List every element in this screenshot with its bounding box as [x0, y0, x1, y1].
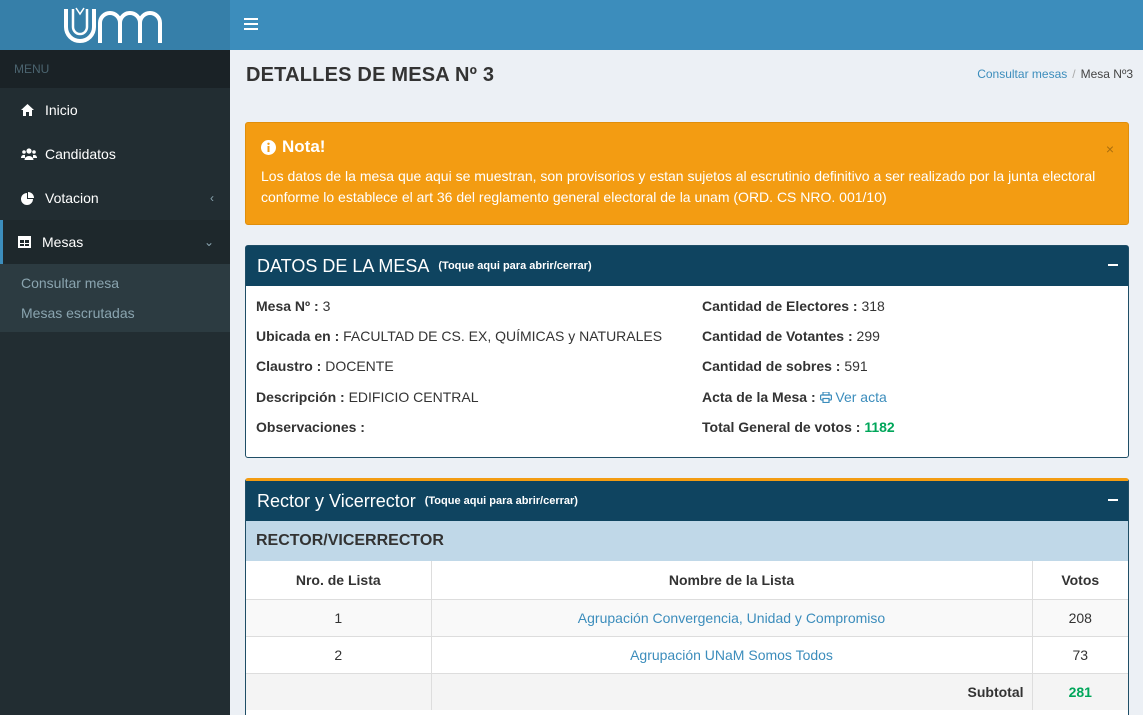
top-navbar	[230, 0, 1143, 50]
main-content: DETALLES DE MESA Nº 3 Consultar mesas / Me…	[230, 50, 1143, 715]
sidebar-item-votacion[interactable]: Votacion ‹	[0, 176, 230, 220]
collapse-icon[interactable]	[1108, 499, 1118, 501]
field-descripcion: Descripción : EDIFICIO CENTRAL	[256, 389, 479, 405]
box-subtitle: (Toque aqui para abrir/cerrar)	[424, 495, 578, 507]
sidebar-item-label: Votacion	[45, 190, 99, 206]
field-observaciones: Observaciones :	[256, 419, 365, 435]
box-title: Rector y Vicerrector	[257, 490, 416, 511]
cell-nombre-link[interactable]: Agrupación UNaM Somos Todos	[431, 635, 1033, 673]
datos-mesa-box: DATOS DE LA MESA (Toque aqui para abrir/…	[245, 245, 1129, 458]
field-ubicada: Ubicada en : FACULTAD DE CS. EX, QUÍMICA…	[256, 328, 663, 344]
field-acta: Acta de la Mesa : Ver acta	[702, 389, 887, 405]
cell-empty	[246, 672, 432, 710]
table-icon	[18, 236, 42, 248]
subtotal-label: Subtotal	[431, 672, 1033, 710]
info-circle-icon	[261, 139, 276, 155]
logo[interactable]	[0, 0, 230, 50]
print-icon	[819, 391, 832, 404]
chevron-down-icon: ⌄	[203, 235, 214, 249]
sidebar-item-inicio[interactable]: Inicio	[0, 88, 230, 132]
page-title: DETALLES DE MESA Nº 3	[246, 64, 495, 86]
cell-votos: 208	[1032, 598, 1128, 636]
unam-logo-icon	[64, 7, 162, 43]
table-row: 1 Agrupación Convergencia, Unidad y Comp…	[246, 598, 1128, 636]
table-header-row: Nro. de Lista Nombre de la Lista Votos	[246, 561, 1128, 599]
breadcrumb-separator: /	[1072, 67, 1076, 81]
submenu-item-mesas-escrutadas[interactable]: Mesas escrutadas	[0, 298, 230, 328]
breadcrumb-current: Mesa Nº3	[1080, 67, 1133, 81]
alert-title-text: Nota!	[282, 137, 326, 156]
field-total-votos: Total General de votos : 1182	[702, 419, 895, 435]
close-icon[interactable]: ×	[1106, 141, 1114, 157]
warning-alert: Nota! Los datos de la mesa que aqui se m…	[245, 122, 1129, 225]
column-header: Nombre de la Lista	[431, 561, 1033, 599]
hamburger-menu-icon[interactable]	[244, 18, 258, 30]
column-header: Nro. de Lista	[246, 561, 432, 599]
box-subtitle: (Toque aqui para abrir/cerrar)	[438, 260, 592, 272]
sidebar-item-label: Inicio	[45, 102, 78, 118]
cell-nombre-link[interactable]: Agrupación Convergencia, Unidad y Compro…	[431, 598, 1033, 636]
subtotal-value: 281	[1032, 672, 1128, 710]
table-row: 2 Agrupación UNaM Somos Todos 73	[246, 635, 1128, 673]
column-header: Votos	[1061, 571, 1100, 588]
alert-title: Nota!	[261, 137, 1113, 157]
field-electores: Cantidad de Electores : 318	[702, 298, 885, 314]
section-title: RECTOR/VICERRECTOR	[246, 521, 1128, 561]
sidebar: MENU Inicio Candidatos Votacion ‹ Mesas …	[0, 0, 230, 715]
sidebar-item-mesas[interactable]: Mesas ⌄	[0, 220, 230, 264]
ver-acta-link[interactable]: Ver acta	[819, 389, 887, 405]
cell-votos: 73	[1032, 635, 1128, 673]
datos-mesa-header[interactable]: DATOS DE LA MESA (Toque aqui para abrir/…	[246, 246, 1128, 286]
breadcrumb: Consultar mesas / Mesa Nº3	[977, 67, 1133, 81]
submenu-item-consultar-mesa[interactable]: Consultar mesa	[0, 268, 230, 298]
home-icon	[21, 104, 45, 116]
chevron-left-icon: ‹	[210, 191, 214, 205]
mesas-submenu: Consultar mesa Mesas escrutadas	[0, 264, 230, 332]
collapse-icon[interactable]	[1108, 264, 1118, 266]
sidebar-item-candidatos[interactable]: Candidatos	[0, 132, 230, 176]
alert-message: Los datos de la mesa que aqui se muestra…	[261, 168, 1096, 205]
box-title: DATOS DE LA MESA	[257, 255, 430, 276]
rector-header[interactable]: Rector y Vicerrector (Toque aqui para ab…	[246, 481, 1128, 521]
users-icon	[21, 148, 45, 160]
results-table: Nro. de Lista Nombre de la Lista Votos 1…	[246, 561, 1128, 710]
field-claustro: Claustro : DOCENTE	[256, 358, 394, 374]
field-votantes: Cantidad de Votantes : 299	[702, 328, 880, 344]
field-mesa: Mesa Nº : 3	[256, 298, 331, 314]
field-sobres: Cantidad de sobres : 591	[702, 358, 868, 374]
sidebar-item-label: Mesas	[42, 234, 84, 250]
subtotal-row: Subtotal 281	[246, 672, 1128, 710]
rector-box: Rector y Vicerrector (Toque aqui para ab…	[245, 478, 1129, 715]
cell-nro: 2	[246, 635, 432, 673]
cell-nro: 1	[246, 598, 432, 636]
breadcrumb-link-consultar-mesas[interactable]: Consultar mesas	[977, 67, 1067, 81]
pie-chart-icon	[21, 191, 45, 205]
menu-header: MENU	[0, 50, 230, 88]
sidebar-item-label: Candidatos	[45, 146, 116, 162]
